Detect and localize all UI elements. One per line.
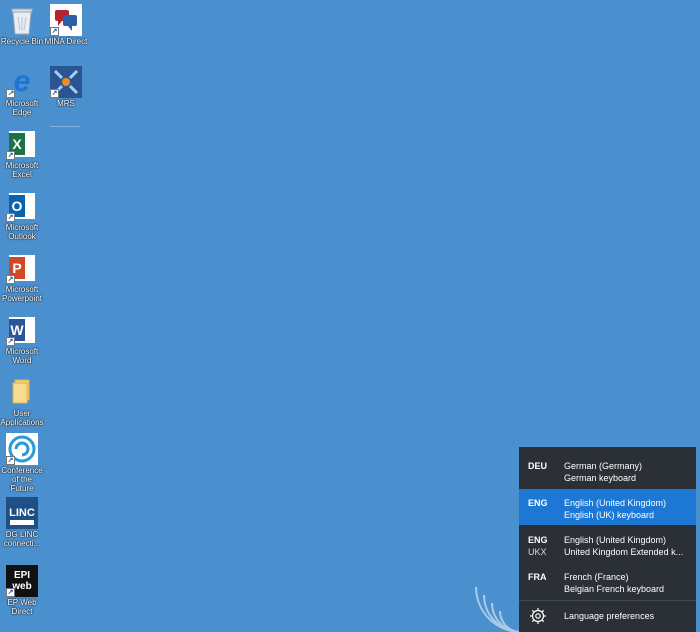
keyboard-layout: United Kingdom Extended k... (564, 547, 684, 557)
language-preferences-link[interactable]: Language preferences (519, 603, 696, 631)
desktop-icon-label: Microsoft Outlook (5, 223, 39, 241)
desktop-divider (50, 126, 80, 127)
watermark-logo (475, 586, 522, 632)
desktop-icon-label: MINA Direct (44, 37, 88, 46)
shortcut-arrow-icon: ↗ (6, 275, 15, 284)
folder-icon (6, 376, 38, 408)
desktop: Recycle Bin ↗ MINA Direct e ↗ Microsoft … (0, 0, 700, 632)
keyboard-layout: Belgian French keyboard (564, 584, 665, 594)
language-item-deu[interactable]: DEU German (Germany) German keyboard (519, 452, 696, 488)
desktop-icon-word[interactable]: W ↗ Microsoft Word (0, 314, 44, 365)
flyout-divider (519, 600, 696, 601)
epweb-icon: EPI web ↗ (6, 565, 38, 597)
desktop-icon-label: MRS (57, 99, 75, 108)
desktop-icon-epweb[interactable]: EPI web ↗ EP Web Direct (0, 565, 44, 616)
shortcut-arrow-icon: ↗ (6, 588, 15, 597)
language-item-eng-ukx[interactable]: ENG UKX English (United Kingdom) United … (519, 526, 696, 562)
excel-icon: X ↗ (6, 128, 38, 160)
desktop-icon-mina-direct[interactable]: ↗ MINA Direct (44, 4, 88, 46)
language-code: FRA (528, 572, 547, 582)
conference-icon: ↗ (6, 433, 38, 465)
desktop-icon-outlook[interactable]: O ↗ Microsoft Outlook (0, 190, 44, 241)
gear-icon (530, 608, 546, 624)
desktop-icon-label: Microsoft Edge (5, 99, 39, 117)
desktop-icon-label: Conference of the Future (1, 466, 43, 493)
language-code: DEU (528, 461, 548, 471)
recycle-bin-icon (6, 4, 38, 36)
desktop-icon-label: Microsoft Word (5, 347, 39, 365)
desktop-icon-label: Microsoft Excel (5, 161, 39, 179)
linc-icon: LINC (6, 497, 38, 529)
desktop-icon-mrs[interactable]: ↗ MRS (44, 66, 88, 108)
language-subcode: UKX (528, 547, 547, 557)
keyboard-layout: English (UK) keyboard (564, 510, 655, 520)
shortcut-arrow-icon: ↗ (50, 27, 59, 36)
desktop-icon-edge[interactable]: e ↗ Microsoft Edge (0, 65, 44, 117)
edge-icon: e ↗ (6, 65, 31, 98)
mrs-icon: ↗ (50, 66, 82, 98)
language-name: French (France) (564, 572, 629, 582)
desktop-icon-label: EP Web Direct (7, 598, 37, 616)
desktop-icon-label: User Applications (0, 409, 44, 427)
desktop-icon-label: Microsoft Powerpoint (1, 285, 43, 303)
outlook-icon: O ↗ (6, 190, 38, 222)
language-flyout: DEU German (Germany) German keyboard ENG… (519, 447, 696, 632)
powerpoint-icon: P ↗ (6, 252, 38, 284)
language-item-eng-uk[interactable]: ENG English (United Kingdom) English (UK… (519, 489, 696, 525)
shortcut-arrow-icon: ↗ (6, 213, 15, 222)
shortcut-arrow-icon: ↗ (6, 337, 15, 346)
mina-direct-icon: ↗ (50, 4, 82, 36)
desktop-icon-user-applications[interactable]: User Applications (0, 376, 44, 427)
language-item-fra[interactable]: FRA French (France) Belgian French keybo… (519, 563, 696, 599)
language-code: ENG (528, 535, 548, 545)
shortcut-arrow-icon: ↗ (6, 89, 15, 98)
language-code: ENG (528, 498, 548, 508)
desktop-icon-powerpoint[interactable]: P ↗ Microsoft Powerpoint (0, 252, 44, 303)
language-name: English (United Kingdom) (564, 498, 667, 508)
desktop-icon-label: DG LINC connecti... (3, 530, 41, 548)
desktop-icon-conference[interactable]: ↗ Conference of the Future (0, 433, 44, 493)
desktop-icon-linc[interactable]: LINC DG LINC connecti... (0, 497, 44, 548)
word-icon: W ↗ (6, 314, 38, 346)
shortcut-arrow-icon: ↗ (6, 456, 15, 465)
language-preferences-label: Language preferences (564, 611, 655, 621)
language-name: English (United Kingdom) (564, 535, 667, 545)
shortcut-arrow-icon: ↗ (50, 89, 59, 98)
desktop-icon-recycle-bin[interactable]: Recycle Bin (0, 4, 44, 46)
desktop-icon-excel[interactable]: X ↗ Microsoft Excel (0, 128, 44, 179)
keyboard-layout: German keyboard (564, 473, 637, 483)
shortcut-arrow-icon: ↗ (6, 151, 15, 160)
language-name: German (Germany) (564, 461, 643, 471)
desktop-icon-label: Recycle Bin (0, 37, 44, 46)
